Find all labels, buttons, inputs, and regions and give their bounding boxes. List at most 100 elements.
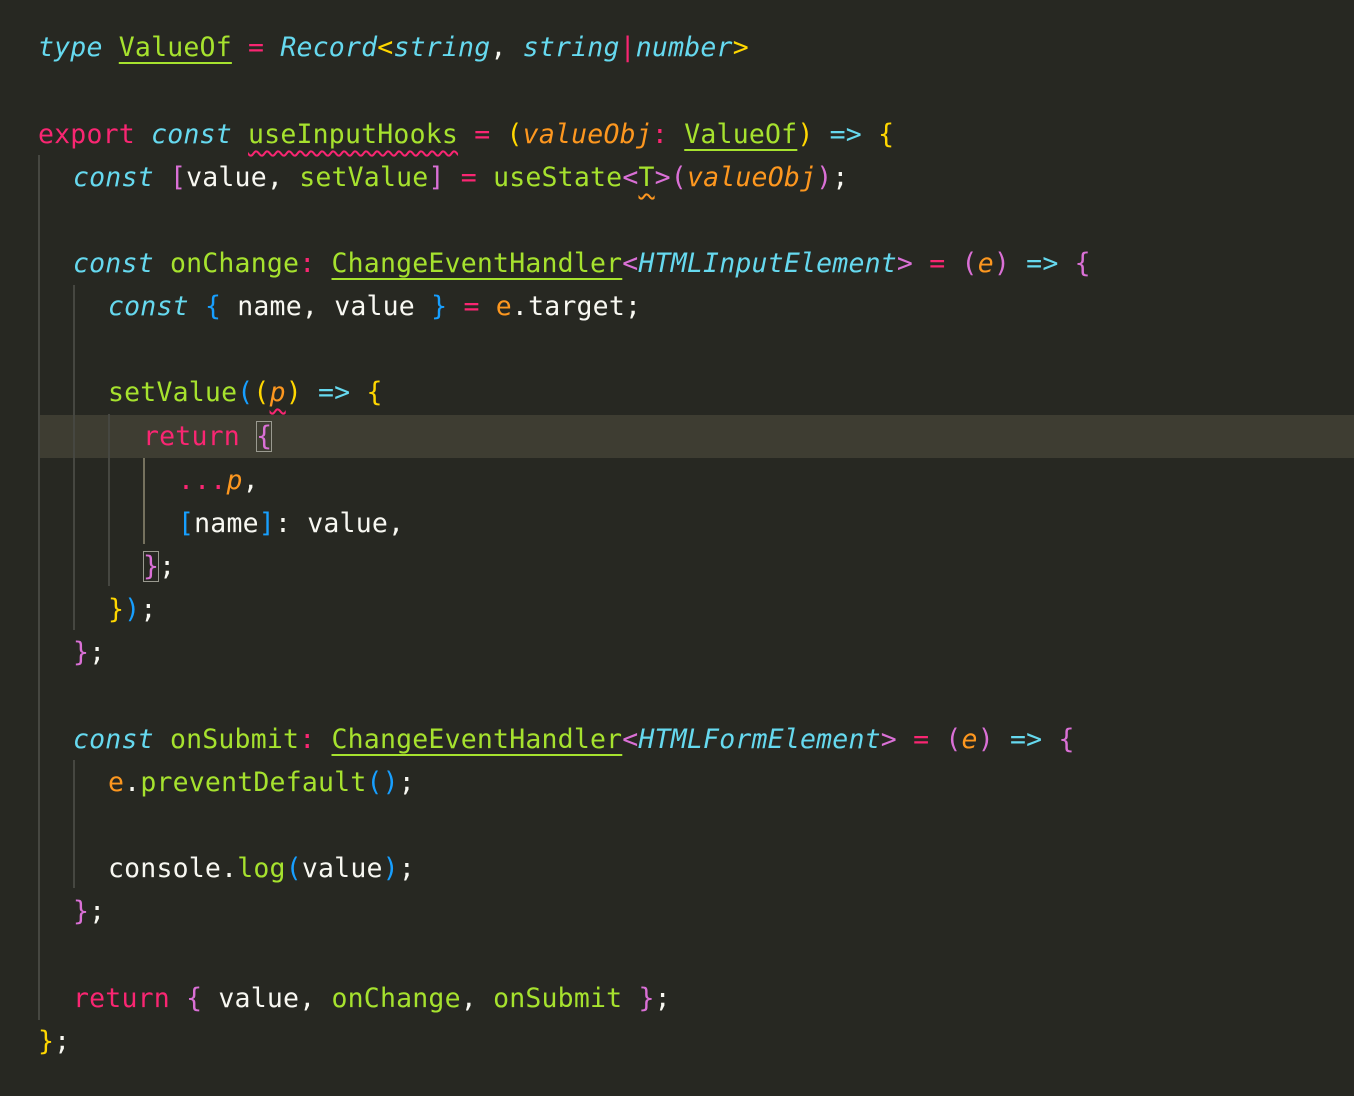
- code-line-4[interactable]: const [value, setValue] = useState<T>(va…: [73, 156, 849, 199]
- token-punct: ,: [301, 291, 335, 322]
- token-bracket: {: [1058, 724, 1075, 755]
- token-bracket: (: [961, 248, 978, 279]
- token-type: HTMLFormElement: [638, 724, 881, 755]
- token-variable: onSubmit: [169, 724, 300, 755]
- code-line-9[interactable]: setValue((p) => {: [108, 371, 383, 414]
- token-operator: =: [463, 291, 480, 322]
- indent-guide: [108, 414, 110, 586]
- token-keyword: const: [108, 291, 189, 322]
- token-bracket: }: [108, 594, 125, 625]
- token-bracket: }: [73, 896, 90, 927]
- token-operator: :: [651, 119, 669, 150]
- token-bracket: <: [622, 248, 639, 279]
- token-spread: ...: [178, 465, 227, 496]
- token-bracket: (: [670, 162, 687, 193]
- token-bracket: (: [945, 724, 962, 755]
- token-bracket: [: [169, 162, 187, 193]
- token-object: console: [108, 853, 222, 884]
- token-bracket: {: [204, 291, 222, 322]
- code-line-23[interactable]: return { value, onChange, onSubmit };: [73, 977, 671, 1020]
- token-bracket: <: [377, 32, 394, 63]
- token-keyword: export: [38, 119, 135, 150]
- token-bracket: <: [622, 724, 639, 755]
- token-variable: onChange: [169, 248, 300, 279]
- token-punct: ;: [89, 637, 106, 668]
- token-keyword: type: [38, 32, 103, 63]
- token-bracket: ): [285, 377, 302, 408]
- code-line-10[interactable]: return {: [143, 415, 273, 458]
- token-bracket: [: [178, 508, 195, 539]
- code-line-14[interactable]: });: [108, 588, 156, 631]
- token-punct: ;: [89, 896, 106, 927]
- token-bracket: <: [622, 162, 639, 193]
- token-bracket: ]: [258, 508, 275, 539]
- token-punct: ;: [654, 983, 671, 1014]
- code-line-15[interactable]: };: [73, 631, 105, 674]
- token-bracket: (: [366, 767, 383, 798]
- token-bracket: (: [506, 119, 523, 150]
- code-line-20[interactable]: console.log(value);: [108, 847, 415, 890]
- token-operator: :: [299, 724, 316, 755]
- token-keyword: const: [151, 119, 232, 150]
- token-arrow: =>: [1010, 724, 1043, 755]
- token-type: Record: [280, 32, 378, 63]
- code-line-6[interactable]: const onChange: ChangeEventHandler<HTMLI…: [73, 242, 1091, 285]
- token-parameter: valueObj: [522, 119, 652, 150]
- token-bracket: >: [732, 32, 749, 63]
- token-bracket: }: [431, 291, 448, 322]
- code-line-17[interactable]: const onSubmit: ChangeEventHandler<HTMLF…: [73, 718, 1075, 761]
- matched-bracket: }: [143, 551, 160, 582]
- token-bracket: ]: [428, 162, 445, 193]
- token-bracket: {: [186, 983, 203, 1014]
- matched-bracket: {: [256, 421, 273, 452]
- token-bracket: {: [366, 377, 383, 408]
- token-variable: value: [186, 162, 267, 193]
- indent-guide: [73, 285, 75, 630]
- token-bracket: ): [382, 853, 399, 884]
- token-punct: :: [274, 508, 292, 539]
- code-line-21[interactable]: };: [73, 890, 105, 933]
- token-bracket: ): [797, 119, 814, 150]
- code-line-24[interactable]: };: [38, 1020, 70, 1063]
- token-bracket: ): [993, 248, 1011, 279]
- indent-guide: [38, 155, 40, 1020]
- code-line-7[interactable]: const { name, value } = e.target;: [108, 285, 641, 328]
- code-line-1[interactable]: type ValueOf = Record<string, string|num…: [38, 26, 749, 69]
- code-line-18[interactable]: e.preventDefault();: [108, 761, 415, 804]
- token-variable: value: [301, 853, 383, 884]
- code-editor[interactable]: type ValueOf = Record<string, string|num…: [0, 0, 1354, 1096]
- token-function-call: useState: [493, 162, 623, 193]
- token-variable: value: [218, 983, 300, 1014]
- token-type-name: ChangeEventHandler: [331, 724, 623, 755]
- token-bracket: (: [253, 377, 270, 408]
- code-line-11[interactable]: ...p,: [178, 459, 259, 502]
- token-bracket: }: [638, 983, 655, 1014]
- code-line-13[interactable]: };: [143, 545, 175, 588]
- token-bracket: >: [654, 162, 671, 193]
- token-type: HTMLInputElement: [638, 248, 897, 279]
- code-line-3[interactable]: export const useInputHooks = (valueObj: …: [38, 113, 894, 156]
- token-type-name: ValueOf: [118, 32, 232, 63]
- code-line-12[interactable]: [name]: value,: [178, 502, 404, 545]
- token-type-param: T: [638, 162, 655, 193]
- token-variable: value: [307, 508, 389, 539]
- token-bracket: (: [285, 853, 302, 884]
